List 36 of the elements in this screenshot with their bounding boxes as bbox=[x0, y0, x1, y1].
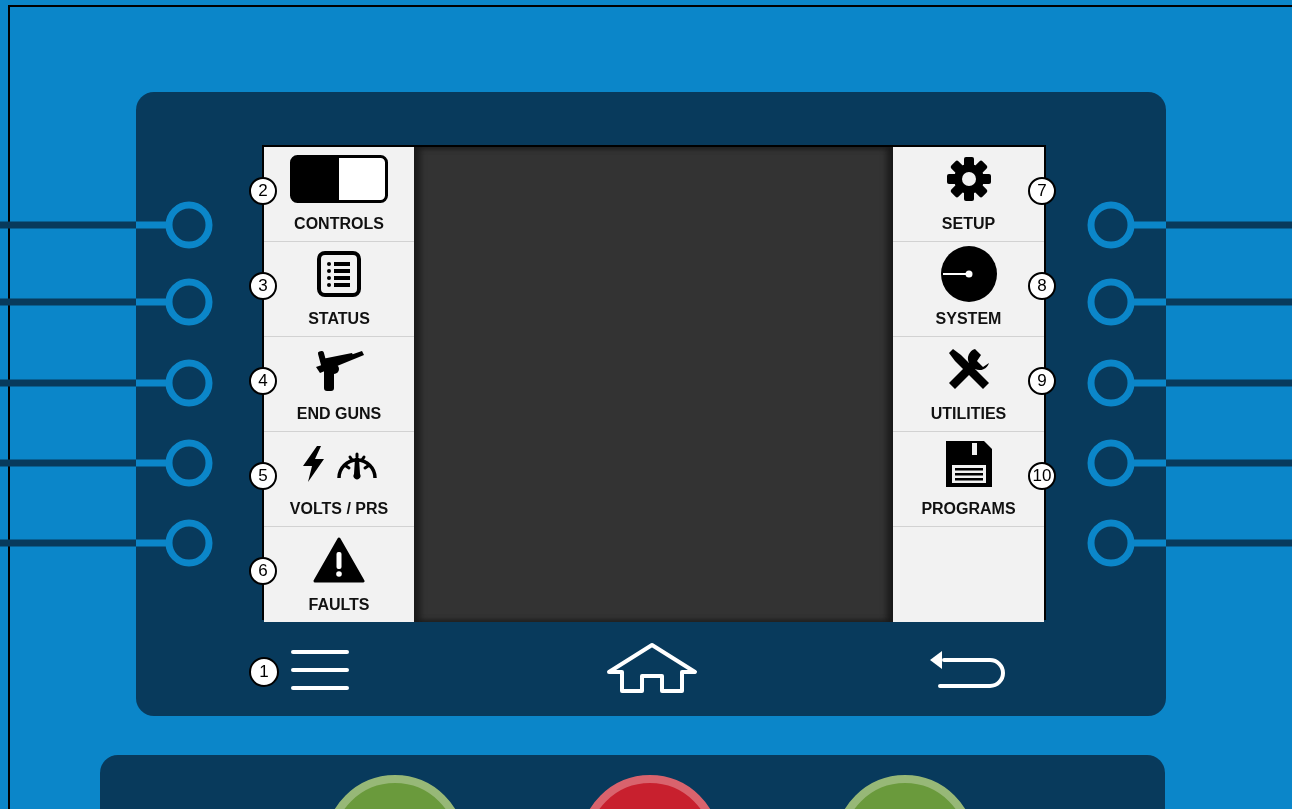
side-key[interactable] bbox=[1087, 278, 1135, 326]
callout-number: 1 bbox=[249, 657, 279, 687]
side-key[interactable] bbox=[165, 519, 213, 567]
warning-icon bbox=[313, 537, 365, 583]
menu-label: SETUP bbox=[941, 215, 996, 233]
side-key[interactable] bbox=[1087, 439, 1135, 487]
callout-number: 10 bbox=[1028, 462, 1056, 490]
menu-icon[interactable] bbox=[290, 648, 350, 692]
side-key[interactable] bbox=[1087, 359, 1135, 407]
dial-icon bbox=[939, 245, 998, 303]
menu-label: STATUS bbox=[308, 310, 370, 328]
callout-number: 2 bbox=[249, 177, 277, 205]
menu-label: PROGRAMS bbox=[921, 500, 1016, 518]
callout-number: 3 bbox=[249, 272, 277, 300]
menu-label: CONTROLS bbox=[294, 215, 384, 233]
callout-number: 5 bbox=[249, 462, 277, 490]
callout-number: 7 bbox=[1028, 177, 1056, 205]
callout-number: 4 bbox=[249, 367, 277, 395]
list-icon bbox=[317, 251, 361, 297]
menu-label: VOLTS / PRS bbox=[289, 500, 389, 518]
menu-label: UTILITIES bbox=[930, 405, 1007, 423]
settings-icon bbox=[945, 156, 992, 202]
callout-number: 9 bbox=[1028, 367, 1056, 395]
menu-label: FAULTS bbox=[308, 596, 370, 614]
menu-label: SYSTEM bbox=[935, 310, 1002, 328]
side-key[interactable] bbox=[165, 201, 213, 249]
callout-number: 8 bbox=[1028, 272, 1056, 300]
callout-number: 6 bbox=[249, 557, 277, 585]
menu-label: END GUNS bbox=[296, 405, 382, 423]
side-key[interactable] bbox=[165, 278, 213, 326]
home-icon[interactable] bbox=[606, 642, 698, 694]
side-key[interactable] bbox=[165, 439, 213, 487]
toggle-icon bbox=[290, 155, 388, 203]
side-key[interactable] bbox=[1087, 519, 1135, 567]
side-key[interactable] bbox=[165, 359, 213, 407]
side-key[interactable] bbox=[1087, 201, 1135, 249]
